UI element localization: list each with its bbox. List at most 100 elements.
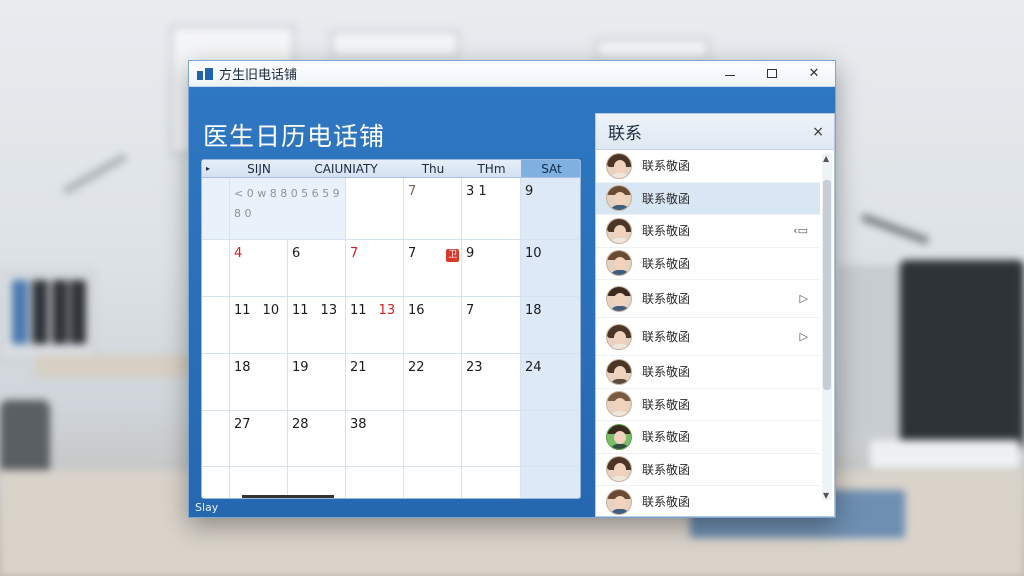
calendar-day-cell[interactable]: 38: [346, 411, 404, 467]
calendar-body: < 0 w 8 8 0 5 6 5 9 8 0 7 3 1 9 4 6 7 7卫…: [202, 178, 580, 498]
calendar-day-cell[interactable]: [521, 411, 580, 467]
calendar-day-cell[interactable]: 7卫: [404, 240, 462, 297]
calendar-header-thm: THm: [477, 161, 506, 176]
contact-name: 联系敬函: [642, 462, 691, 477]
contacts-panel: 联系 × 联系敬函 联系敬函 联系敬函 ‹▭ 联系敬函 联系敬函 ▷ 联系敬函 …: [595, 113, 835, 517]
calendar-day-number: 11: [234, 303, 251, 318]
contacts-scrollbar[interactable]: ▲ ▼: [822, 154, 832, 500]
window-title: 方生旧电话铺: [219, 68, 298, 83]
contact-item[interactable]: 联系敬函: [596, 182, 820, 215]
calendar-gutter: [202, 240, 230, 297]
calendar-day-cell[interactable]: 23: [462, 354, 521, 411]
app-icon: [197, 67, 213, 80]
calendar-day-cell[interactable]: [462, 467, 521, 498]
calendar-day-cell[interactable]: 19: [288, 354, 346, 411]
contact-name: 联系敬函: [642, 159, 691, 174]
contact-item[interactable]: 联系敬函: [596, 248, 820, 280]
avatar: [606, 217, 632, 244]
scrollbar-thumb[interactable]: [823, 180, 831, 390]
calendar-day-number: 7: [408, 246, 417, 261]
contact-name: 联系敬函: [642, 191, 691, 206]
calendar-day-cell[interactable]: 27: [230, 411, 288, 467]
calendar-day-cell[interactable]: 22: [404, 354, 462, 411]
calendar-day-cell[interactable]: 7: [346, 240, 404, 297]
calendar-day-cell[interactable]: [462, 411, 521, 467]
calendar-day-cell[interactable]: 21: [346, 354, 404, 411]
avatar: [606, 391, 632, 418]
contact-item[interactable]: 联系敬函: [596, 389, 820, 421]
avatar: [606, 285, 632, 312]
contacts-header: 联系 ×: [596, 114, 834, 150]
calendar-day-cell[interactable]: 7: [404, 178, 462, 240]
contact-item[interactable]: 联系敬函: [596, 454, 820, 486]
calendar-day-cell[interactable]: 16: [404, 297, 462, 354]
calendar-day-number: 11: [350, 303, 367, 318]
calendar-gutter: [202, 297, 230, 354]
calendar-day-cell[interactable]: 11 10: [230, 297, 288, 354]
contacts-title: 联系: [608, 124, 642, 144]
calendar-grid: ▸ SIJN CAIUNIATY Thu THm SAt < 0 w 8 8 0…: [201, 159, 581, 499]
scroll-up-icon[interactable]: ▲: [823, 154, 829, 163]
app-window: 方生旧电话铺 ✕ 医生日历电话铺 ▸ SIJN CAIUNIATY Thu TH…: [188, 60, 836, 518]
calendar-day-cell[interactable]: 18: [521, 297, 580, 354]
calendar-header-sat: SAt: [521, 160, 580, 177]
close-button[interactable]: ✕: [793, 61, 835, 86]
page-title: 医生日历电话铺: [203, 122, 386, 151]
contact-item[interactable]: 联系敬函 ▷: [596, 280, 820, 318]
calendar-day-cell[interactable]: 10: [521, 240, 580, 297]
title-bar[interactable]: 方生旧电话铺 ✕: [189, 61, 835, 87]
contact-item[interactable]: 联系敬函 ▷: [596, 318, 820, 356]
maximize-button[interactable]: [751, 61, 793, 86]
calendar-day-cell[interactable]: 9: [521, 178, 580, 240]
contact-list: 联系敬函 联系敬函 联系敬函 ‹▭ 联系敬函 联系敬函 ▷ 联系敬函 ▷ 联系敬…: [596, 150, 820, 516]
contact-action-icon[interactable]: ‹▭: [793, 224, 808, 237]
calendar-day-number: 10: [262, 303, 280, 318]
calendar-day-number: 13: [320, 303, 338, 318]
calendar-day-cell[interactable]: 3 1: [462, 178, 521, 240]
contact-name: 联系敬函: [642, 365, 691, 380]
contact-call-icon[interactable]: ▷: [800, 330, 808, 343]
contact-name: 联系敬函: [642, 256, 691, 271]
calendar-header-thu: Thu: [421, 161, 445, 176]
contact-item[interactable]: 联系敬函: [596, 150, 820, 183]
calendar-day-cell[interactable]: 28: [288, 411, 346, 467]
calendar-day-cell[interactable]: [404, 411, 462, 467]
calendar-day-cell[interactable]: 11 13: [288, 297, 346, 354]
minimize-icon: [725, 75, 735, 76]
calendar-gutter: [202, 467, 230, 498]
calendar-day-cell[interactable]: [346, 178, 404, 240]
calendar-day-number: 11: [292, 303, 309, 318]
avatar: [606, 250, 632, 277]
scroll-down-icon[interactable]: ▼: [823, 491, 829, 500]
avatar: [606, 423, 632, 450]
window-controls: ✕: [709, 61, 835, 86]
contact-item[interactable]: 联系敬函: [596, 421, 820, 454]
calendar-corner-icon[interactable]: ▸: [202, 160, 230, 177]
avatar: [606, 323, 632, 350]
contact-item[interactable]: 联系敬函 ‹▭: [596, 215, 820, 248]
calendar-day-cell[interactable]: 11 13: [346, 297, 404, 354]
calendar-day-cell[interactable]: 18: [230, 354, 288, 411]
holiday-badge-icon: 卫: [446, 249, 460, 262]
calendar-day-cell[interactable]: [404, 467, 462, 498]
calendar-header-sun: SIJN: [247, 161, 271, 176]
status-text: Slay: [195, 501, 219, 514]
calendar-header-row: ▸ SIJN CAIUNIATY Thu THm SAt: [202, 160, 580, 178]
calendar-day-cell[interactable]: 4: [230, 240, 288, 297]
calendar-day-cell[interactable]: 6: [288, 240, 346, 297]
avatar: [606, 456, 632, 483]
contact-item[interactable]: 联系敬函: [596, 356, 820, 389]
contact-item[interactable]: 联系敬函: [596, 486, 820, 516]
avatar: [606, 488, 632, 515]
calendar-scrollbar[interactable]: [242, 495, 334, 498]
calendar-day-cell[interactable]: [346, 467, 404, 498]
calendar-gutter: [202, 178, 230, 240]
contacts-close-button[interactable]: ×: [812, 124, 824, 140]
calendar-day-cell[interactable]: 24: [521, 354, 580, 411]
calendar-day-cell[interactable]: 7: [462, 297, 521, 354]
minimize-button[interactable]: [709, 61, 751, 86]
calendar-day-cell[interactable]: < 0 w 8 8 0 5 6 5 9 8 0: [230, 178, 346, 240]
calendar-day-cell[interactable]: [521, 467, 580, 498]
contact-call-icon[interactable]: ▷: [800, 292, 808, 305]
calendar-day-cell[interactable]: 9: [462, 240, 521, 297]
